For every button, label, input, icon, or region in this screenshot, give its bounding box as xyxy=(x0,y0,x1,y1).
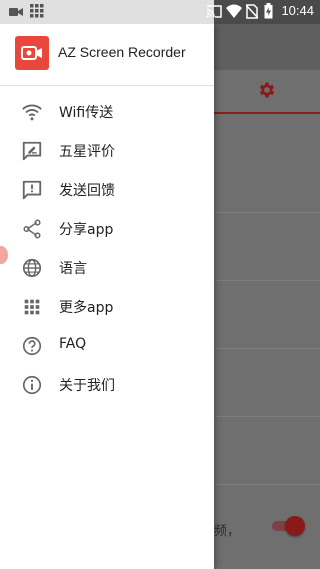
background-toolbar xyxy=(214,24,320,70)
drawer-menu: Wifi传送 五星评价 发送回馈 分享app 语言 更多app FAQ 关于我们 xyxy=(0,92,214,404)
help-icon xyxy=(22,336,42,356)
status-time: 10:44 xyxy=(281,3,314,18)
app-title: AZ Screen Recorder xyxy=(58,44,186,60)
cast-icon xyxy=(206,5,222,18)
no-sim-icon xyxy=(246,4,258,19)
menu-item-label: 关于我们 xyxy=(59,378,115,394)
status-bar-left xyxy=(0,0,214,24)
menu-item-label: 更多app xyxy=(59,300,114,316)
menu-item-label: Wifi传送 xyxy=(59,105,114,121)
grid-icon xyxy=(30,4,44,18)
menu-item-faq[interactable]: FAQ xyxy=(0,326,214,365)
share-icon xyxy=(23,219,41,239)
background-setting-text: 频， xyxy=(214,524,241,539)
status-bar: 10:44 xyxy=(0,0,320,24)
info-icon xyxy=(22,375,42,395)
background-toggle[interactable] xyxy=(272,516,305,536)
menu-item-label: FAQ xyxy=(59,336,87,352)
background-divider xyxy=(214,348,320,349)
menu-item-more-apps[interactable]: 更多app xyxy=(0,287,214,326)
apps-grid-icon xyxy=(24,299,40,315)
menu-item-label: 五星评价 xyxy=(59,144,115,160)
menu-item-label: 语言 xyxy=(59,261,87,277)
battery-charging-icon xyxy=(264,3,273,19)
menu-item-language[interactable]: 语言 xyxy=(0,248,214,287)
menu-item-about[interactable]: 关于我们 xyxy=(0,365,214,404)
globe-icon xyxy=(22,258,42,278)
background-divider xyxy=(214,212,320,213)
background-divider xyxy=(214,280,320,281)
app-logo xyxy=(15,36,49,70)
menu-item-rate[interactable]: 五星评价 xyxy=(0,131,214,170)
background-divider xyxy=(214,416,320,417)
video-camera-icon xyxy=(9,8,23,16)
toggle-thumb xyxy=(285,516,305,536)
background-divider xyxy=(214,484,320,485)
menu-item-label: 发送回馈 xyxy=(59,183,115,199)
wifi-icon xyxy=(22,104,42,121)
feedback-icon xyxy=(22,180,42,200)
camera-record-icon xyxy=(21,46,42,60)
gear-icon[interactable] xyxy=(257,80,277,100)
background-tab-bar xyxy=(214,70,320,114)
rate-icon xyxy=(22,141,42,161)
menu-item-share[interactable]: 分享app xyxy=(0,209,214,248)
menu-item-wifi-transfer[interactable]: Wifi传送 xyxy=(0,92,214,131)
status-bar-right: 10:44 xyxy=(206,0,320,24)
navigation-drawer: AZ Screen Recorder Wifi传送 五星评价 发送回馈 分享ap… xyxy=(0,24,214,569)
wifi-icon xyxy=(226,4,242,18)
background-app: 频， xyxy=(214,24,320,569)
menu-item-label: 分享app xyxy=(59,222,114,238)
menu-item-feedback[interactable]: 发送回馈 xyxy=(0,170,214,209)
drawer-header: AZ Screen Recorder xyxy=(0,24,214,86)
